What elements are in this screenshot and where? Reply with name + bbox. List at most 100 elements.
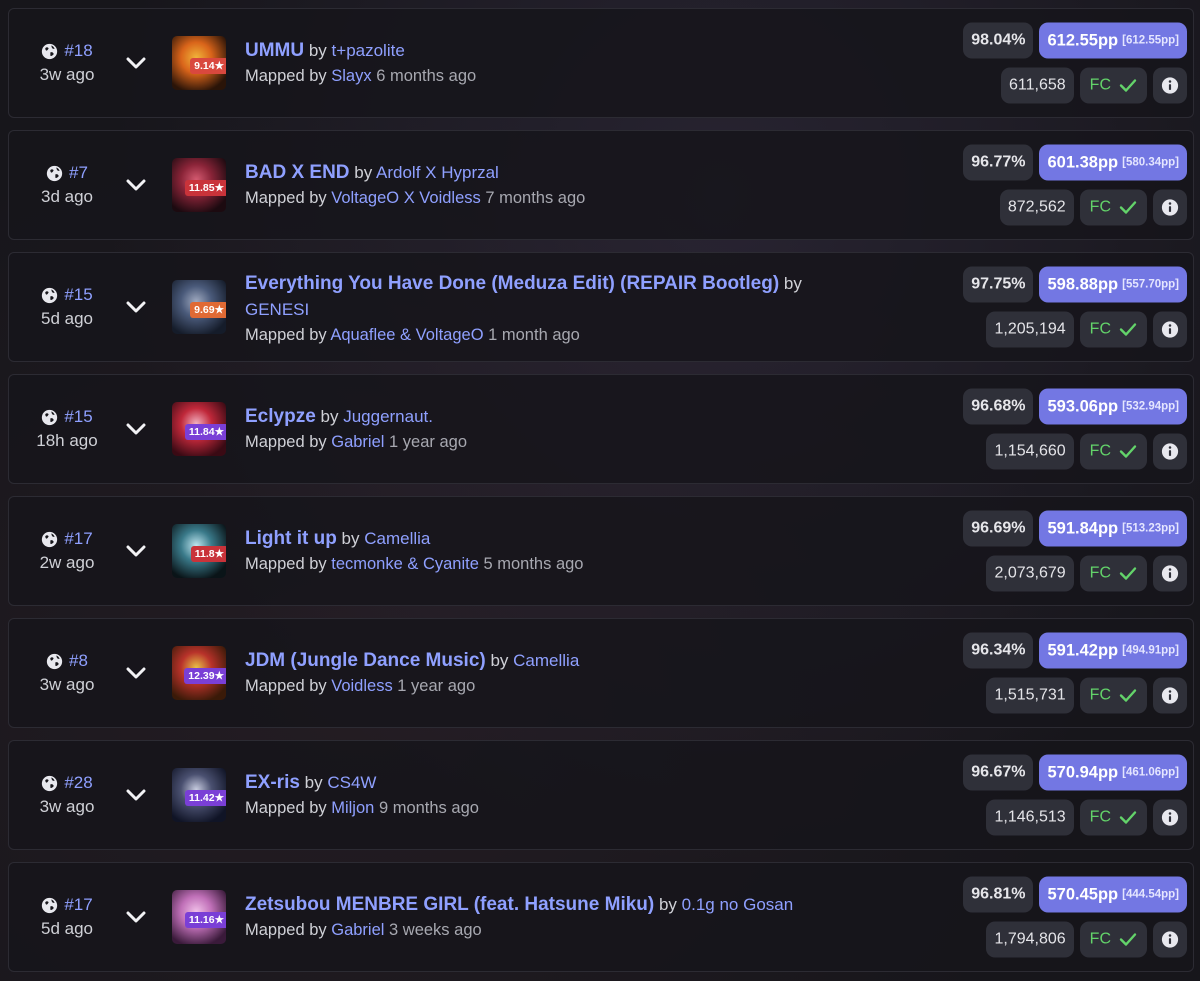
rank-line: #8 [46,651,88,671]
song-artist[interactable]: GENESI [245,300,309,319]
pp-weighted: [532.94pp] [1122,400,1179,413]
accuracy-badge: 96.77% [963,144,1034,181]
global-rank[interactable]: #28 [64,773,92,793]
info-icon[interactable] [1153,433,1187,470]
song-title[interactable]: EX-ris [245,772,300,793]
expand-chevron-icon[interactable] [123,294,149,320]
mapper-name[interactable]: VoltageO X Voidless [331,189,481,207]
song-title[interactable]: UMMU [245,40,304,61]
expand-chevron-icon[interactable] [123,660,149,686]
fc-label: FC [1089,686,1111,704]
global-rank[interactable]: #17 [64,895,92,915]
mapper-name[interactable]: Voidless [331,677,392,695]
song-title[interactable]: JDM (Jungle Dance Music) [245,650,486,671]
global-rank[interactable]: #7 [69,163,88,183]
fc-badge: FC [1079,189,1147,226]
check-icon [1119,933,1137,947]
stat-row-top: 96.81% 570.45pp [444.54pp] [963,876,1187,913]
stat-row-bottom: 1,794,806 FC [986,921,1187,958]
stat-row-bottom: 611,658 FC [1001,67,1187,104]
stat-row-top: 96.34% 591.42pp [494.91pp] [963,632,1187,669]
song-artist[interactable]: Camellia [364,529,430,548]
globe-icon [41,43,58,60]
info-icon[interactable] [1153,921,1187,958]
pp-value: 570.94pp [1047,763,1119,781]
global-rank[interactable]: #8 [69,651,88,671]
song-artist[interactable]: 0.1g no Gosan [682,895,794,914]
mapped-by-label: Mapped by [245,67,327,85]
fc-badge: FC [1079,799,1147,836]
info-icon[interactable] [1153,311,1187,348]
song-artist[interactable]: Ardolf X Hyprzal [376,163,499,182]
rank-block: #28 3w ago [9,741,125,849]
global-rank[interactable]: #15 [64,285,92,305]
song-cover[interactable]: 9.14★ [172,36,226,90]
info-icon[interactable] [1153,677,1187,714]
song-cover[interactable]: 12.39★ [172,646,226,700]
mapped-ago: 5 months ago [483,555,584,573]
song-artist[interactable]: Camellia [513,651,579,670]
global-rank[interactable]: #17 [64,529,92,549]
song-title[interactable]: BAD X END [245,162,350,183]
mapper-name[interactable]: Slayx [331,67,371,85]
expand-chevron-icon[interactable] [123,538,149,564]
expand-chevron-icon[interactable] [123,172,149,198]
rank-line: #15 [41,407,93,427]
mapper-name[interactable]: Gabriel [331,921,384,939]
score-time: 5d ago [41,919,93,938]
song-title-line: BAD X END by Ardolf X Hyprzal [245,160,815,186]
global-rank[interactable]: #18 [64,41,92,61]
pp-value: 570.45pp [1047,885,1119,903]
song-cover[interactable]: 11.85★ [172,158,226,212]
info-icon[interactable] [1153,799,1187,836]
stat-row-bottom: 872,562 FC [999,189,1187,226]
song-title-line: JDM (Jungle Dance Music) by Camellia [245,648,815,674]
score-row: #28 3w ago 11.42★ EX-ris by CS4W Mapped by M… [8,740,1194,850]
accuracy-badge: 96.81% [963,876,1034,913]
song-title[interactable]: Eclypze [245,406,316,427]
info-icon[interactable] [1153,67,1187,104]
stat-row-bottom: 1,205,194 FC [986,311,1187,348]
song-artist[interactable]: Juggernaut. [343,407,433,426]
rank-block: #15 5d ago [9,253,125,361]
score-time: 2w ago [39,553,95,572]
mapped-ago: 3 weeks ago [389,921,482,939]
by-label: by [341,529,360,548]
by-label: by [304,773,323,792]
score-value: 2,073,679 [986,555,1074,592]
info-icon[interactable] [1153,189,1187,226]
song-cover[interactable]: 9.69★ [172,280,226,334]
mapper-name[interactable]: Gabriel [331,433,384,451]
song-title-line: Everything You Have Done (Meduza Edit) (… [245,271,815,323]
song-title[interactable]: Everything You Have Done (Meduza Edit) (… [245,273,779,294]
mapper-name[interactable]: tecmonke & Cyanite [331,555,479,573]
pp-value: 591.42pp [1047,641,1119,659]
song-title[interactable]: Light it up [245,528,337,549]
song-title[interactable]: Zetsubou MENBRE GIRL (feat. Hatsune Miku… [245,894,654,915]
pp-weighted: [494.91pp] [1122,644,1179,657]
mapped-by-label: Mapped by [245,433,327,451]
mapper-name[interactable]: Miljon [331,799,374,817]
song-cover[interactable]: 11.8★ [172,524,226,578]
info-icon[interactable] [1153,555,1187,592]
stat-row-bottom: 1,146,513 FC [986,799,1187,836]
fc-label: FC [1089,198,1111,216]
pp-weighted: [444.54pp] [1122,888,1179,901]
expand-chevron-icon[interactable] [123,782,149,808]
song-artist[interactable]: CS4W [327,773,376,792]
check-icon [1119,689,1137,703]
mapper-name[interactable]: Aquaflee & VoltageO [330,326,483,344]
star-rating-badge: 11.16★ [184,912,226,928]
score-time: 3d ago [41,187,93,206]
song-artist[interactable]: t+pazolite [332,41,405,60]
global-rank[interactable]: #15 [64,407,92,427]
song-cover[interactable]: 11.16★ [172,890,226,944]
expand-chevron-icon[interactable] [123,50,149,76]
score-value: 611,658 [1001,67,1074,104]
song-cover[interactable]: 11.42★ [172,768,226,822]
by-label: by [308,41,327,60]
expand-chevron-icon[interactable] [123,416,149,442]
song-info: Everything You Have Done (Meduza Edit) (… [245,271,815,347]
expand-chevron-icon[interactable] [123,904,149,930]
song-cover[interactable]: 11.84★ [172,402,226,456]
